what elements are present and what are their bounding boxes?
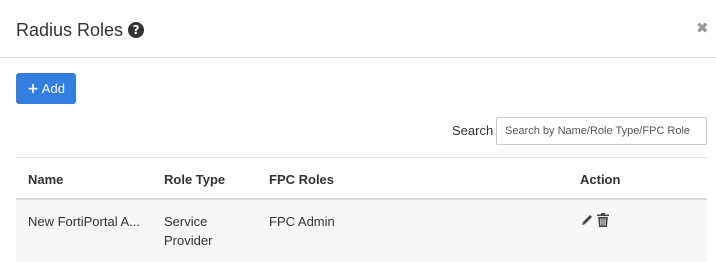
search-input[interactable]	[496, 117, 707, 145]
column-header-fpc-roles[interactable]: FPC Roles	[269, 172, 334, 187]
edit-icon[interactable]	[580, 213, 594, 227]
close-icon[interactable]: ✖	[696, 20, 709, 36]
column-header-role-type[interactable]: Role Type	[164, 172, 254, 187]
question-circle-icon[interactable]: ?	[128, 22, 145, 38]
radius-roles-modal: Radius Roles ? ✖ + Add Search Name Role …	[0, 0, 716, 262]
table-row[interactable]: New FortiPortal A... Service Provider FP…	[16, 200, 707, 262]
plus-icon: +	[27, 80, 39, 97]
cell-fpc-roles: FPC Admin	[269, 214, 335, 229]
add-button[interactable]: + Add	[16, 73, 76, 104]
table-header: Name Role Type FPC Roles Action	[16, 157, 707, 200]
modal-title: Radius Roles ?	[16, 19, 145, 41]
add-button-label: Add	[41, 81, 65, 96]
cell-role-type: Service Provider	[164, 214, 213, 248]
radius-roles-table: Name Role Type FPC Roles Action New Fort…	[16, 157, 707, 262]
search-label: Search	[452, 123, 494, 138]
column-header-action: Action	[580, 172, 621, 187]
modal-header: Radius Roles ? ✖	[0, 0, 716, 58]
delete-icon[interactable]	[597, 213, 611, 227]
modal-title-text: Radius Roles	[16, 20, 124, 40]
column-header-name[interactable]: Name	[28, 172, 63, 187]
row-actions	[580, 213, 611, 227]
cell-name: New FortiPortal A...	[28, 214, 140, 229]
